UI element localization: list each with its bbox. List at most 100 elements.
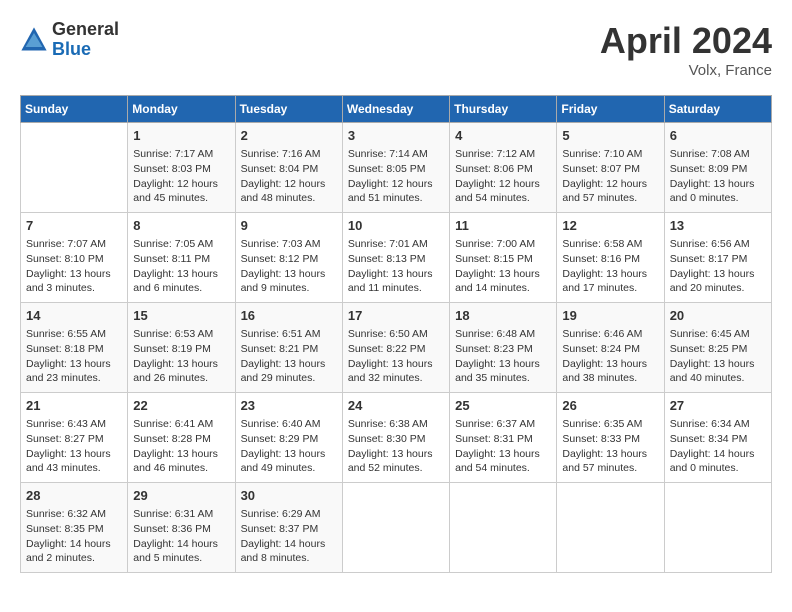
day-info: Sunrise: 7:12 AM Sunset: 8:06 PM Dayligh… xyxy=(455,147,551,206)
day-number: 19 xyxy=(562,307,658,325)
day-info: Sunrise: 6:41 AM Sunset: 8:28 PM Dayligh… xyxy=(133,417,229,476)
day-info: Sunrise: 7:00 AM Sunset: 8:15 PM Dayligh… xyxy=(455,237,551,296)
calendar-cell: 12Sunrise: 6:58 AM Sunset: 8:16 PM Dayli… xyxy=(557,213,664,303)
day-info: Sunrise: 7:01 AM Sunset: 8:13 PM Dayligh… xyxy=(348,237,444,296)
day-info: Sunrise: 6:58 AM Sunset: 8:16 PM Dayligh… xyxy=(562,237,658,296)
day-number: 15 xyxy=(133,307,229,325)
day-number: 7 xyxy=(26,217,122,235)
calendar-cell: 6 Sunrise: 7:08 AM Sunset: 8:09 PM Daylig… xyxy=(664,123,771,213)
day-info: Sunrise: 6:37 AM Sunset: 8:31 PM Dayligh… xyxy=(455,417,551,476)
calendar-week-3: 14 Sunrise: 6:55 AM Sunset: 8:18 PM Dayli… xyxy=(21,303,772,393)
day-number: 2 xyxy=(241,127,337,145)
day-number: 30 xyxy=(241,487,337,505)
calendar-cell xyxy=(450,483,557,573)
logo-general: General xyxy=(52,20,119,40)
calendar-cell xyxy=(21,123,128,213)
location: Volx, France xyxy=(600,62,772,79)
day-info: Sunrise: 6:51 AM Sunset: 8:21 PM Dayligh… xyxy=(241,327,337,386)
calendar-cell: 4 Sunrise: 7:12 AM Sunset: 8:06 PM Daylig… xyxy=(450,123,557,213)
calendar-cell: 23Sunrise: 6:40 AM Sunset: 8:29 PM Dayli… xyxy=(235,393,342,483)
day-info: Sunrise: 7:07 AM Sunset: 8:10 PM Dayligh… xyxy=(26,237,122,296)
calendar-cell xyxy=(342,483,449,573)
day-number: 9 xyxy=(241,217,337,235)
calendar-cell: 5 Sunrise: 7:10 AM Sunset: 8:07 PM Daylig… xyxy=(557,123,664,213)
day-number: 5 xyxy=(562,127,658,145)
logo-icon xyxy=(20,26,48,54)
calendar-cell: 14 Sunrise: 6:55 AM Sunset: 8:18 PM Dayli… xyxy=(21,303,128,393)
day-info: Sunrise: 6:32 AM Sunset: 8:35 PM Dayligh… xyxy=(26,507,122,566)
calendar-cell: 16 Sunrise: 6:51 AM Sunset: 8:21 PM Dayli… xyxy=(235,303,342,393)
calendar-cell: 28Sunrise: 6:32 AM Sunset: 8:35 PM Dayli… xyxy=(21,483,128,573)
day-info: Sunrise: 6:55 AM Sunset: 8:18 PM Dayligh… xyxy=(26,327,122,386)
day-info: Sunrise: 7:16 AM Sunset: 8:04 PM Dayligh… xyxy=(241,147,337,206)
day-info: Sunrise: 6:45 AM Sunset: 8:25 PM Dayligh… xyxy=(670,327,766,386)
calendar-cell: 19Sunrise: 6:46 AM Sunset: 8:24 PM Dayli… xyxy=(557,303,664,393)
calendar-week-1: 1 Sunrise: 7:17 AM Sunset: 8:03 PM Daylig… xyxy=(21,123,772,213)
day-info: Sunrise: 6:34 AM Sunset: 8:34 PM Dayligh… xyxy=(670,417,766,476)
day-number: 22 xyxy=(133,397,229,415)
calendar-cell: 26 Sunrise: 6:35 AM Sunset: 8:33 PM Dayli… xyxy=(557,393,664,483)
day-number: 24 xyxy=(348,397,444,415)
calendar-body: 1 Sunrise: 7:17 AM Sunset: 8:03 PM Daylig… xyxy=(21,123,772,573)
day-number: 29 xyxy=(133,487,229,505)
calendar-cell: 1 Sunrise: 7:17 AM Sunset: 8:03 PM Daylig… xyxy=(128,123,235,213)
logo-text: General Blue xyxy=(52,20,119,60)
day-info: Sunrise: 7:17 AM Sunset: 8:03 PM Dayligh… xyxy=(133,147,229,206)
calendar-cell: 7 Sunrise: 7:07 AM Sunset: 8:10 PM Daylig… xyxy=(21,213,128,303)
day-info: Sunrise: 7:03 AM Sunset: 8:12 PM Dayligh… xyxy=(241,237,337,296)
calendar-cell: 18Sunrise: 6:48 AM Sunset: 8:23 PM Dayli… xyxy=(450,303,557,393)
day-number: 3 xyxy=(348,127,444,145)
month-title: April 2024 xyxy=(600,20,772,62)
calendar-cell: 25 Sunrise: 6:37 AM Sunset: 8:31 PM Dayli… xyxy=(450,393,557,483)
day-number: 11 xyxy=(455,217,551,235)
day-info: Sunrise: 6:38 AM Sunset: 8:30 PM Dayligh… xyxy=(348,417,444,476)
calendar-week-2: 7 Sunrise: 7:07 AM Sunset: 8:10 PM Daylig… xyxy=(21,213,772,303)
page-header: General Blue April 2024 Volx, France xyxy=(20,20,772,79)
col-wednesday: Wednesday xyxy=(342,96,449,123)
day-number: 14 xyxy=(26,307,122,325)
day-number: 8 xyxy=(133,217,229,235)
day-number: 16 xyxy=(241,307,337,325)
day-number: 4 xyxy=(455,127,551,145)
title-area: April 2024 Volx, France xyxy=(600,20,772,79)
day-info: Sunrise: 7:08 AM Sunset: 8:09 PM Dayligh… xyxy=(670,147,766,206)
day-number: 6 xyxy=(670,127,766,145)
day-number: 21 xyxy=(26,397,122,415)
day-info: Sunrise: 6:35 AM Sunset: 8:33 PM Dayligh… xyxy=(562,417,658,476)
day-number: 27 xyxy=(670,397,766,415)
calendar-week-5: 28Sunrise: 6:32 AM Sunset: 8:35 PM Dayli… xyxy=(21,483,772,573)
day-number: 10 xyxy=(348,217,444,235)
calendar-cell: 8 Sunrise: 7:05 AM Sunset: 8:11 PM Daylig… xyxy=(128,213,235,303)
day-number: 17 xyxy=(348,307,444,325)
calendar-cell xyxy=(557,483,664,573)
day-info: Sunrise: 7:10 AM Sunset: 8:07 PM Dayligh… xyxy=(562,147,658,206)
calendar-cell: 24 Sunrise: 6:38 AM Sunset: 8:30 PM Dayli… xyxy=(342,393,449,483)
day-number: 25 xyxy=(455,397,551,415)
col-thursday: Thursday xyxy=(450,96,557,123)
calendar-cell: 10 Sunrise: 7:01 AM Sunset: 8:13 PM Dayli… xyxy=(342,213,449,303)
calendar-table: Sunday Monday Tuesday Wednesday Thursday… xyxy=(20,95,772,573)
day-number: 18 xyxy=(455,307,551,325)
calendar-cell: 9 Sunrise: 7:03 AM Sunset: 8:12 PM Daylig… xyxy=(235,213,342,303)
col-saturday: Saturday xyxy=(664,96,771,123)
calendar-cell xyxy=(664,483,771,573)
calendar-cell: 17 Sunrise: 6:50 AM Sunset: 8:22 PM Dayli… xyxy=(342,303,449,393)
calendar-cell: 20Sunrise: 6:45 AM Sunset: 8:25 PM Dayli… xyxy=(664,303,771,393)
day-info: Sunrise: 7:14 AM Sunset: 8:05 PM Dayligh… xyxy=(348,147,444,206)
calendar-cell: 13Sunrise: 6:56 AM Sunset: 8:17 PM Dayli… xyxy=(664,213,771,303)
day-info: Sunrise: 6:53 AM Sunset: 8:19 PM Dayligh… xyxy=(133,327,229,386)
calendar-cell: 3 Sunrise: 7:14 AM Sunset: 8:05 PM Daylig… xyxy=(342,123,449,213)
col-tuesday: Tuesday xyxy=(235,96,342,123)
day-info: Sunrise: 6:43 AM Sunset: 8:27 PM Dayligh… xyxy=(26,417,122,476)
calendar-cell: 27 Sunrise: 6:34 AM Sunset: 8:34 PM Dayli… xyxy=(664,393,771,483)
day-number: 1 xyxy=(133,127,229,145)
day-number: 26 xyxy=(562,397,658,415)
calendar-cell: 15 Sunrise: 6:53 AM Sunset: 8:19 PM Dayli… xyxy=(128,303,235,393)
day-info: Sunrise: 6:56 AM Sunset: 8:17 PM Dayligh… xyxy=(670,237,766,296)
day-info: Sunrise: 7:05 AM Sunset: 8:11 PM Dayligh… xyxy=(133,237,229,296)
calendar-cell: 30Sunrise: 6:29 AM Sunset: 8:37 PM Dayli… xyxy=(235,483,342,573)
day-number: 23 xyxy=(241,397,337,415)
day-info: Sunrise: 6:50 AM Sunset: 8:22 PM Dayligh… xyxy=(348,327,444,386)
calendar-cell: 21 Sunrise: 6:43 AM Sunset: 8:27 PM Dayli… xyxy=(21,393,128,483)
calendar-cell: 22 Sunrise: 6:41 AM Sunset: 8:28 PM Dayli… xyxy=(128,393,235,483)
